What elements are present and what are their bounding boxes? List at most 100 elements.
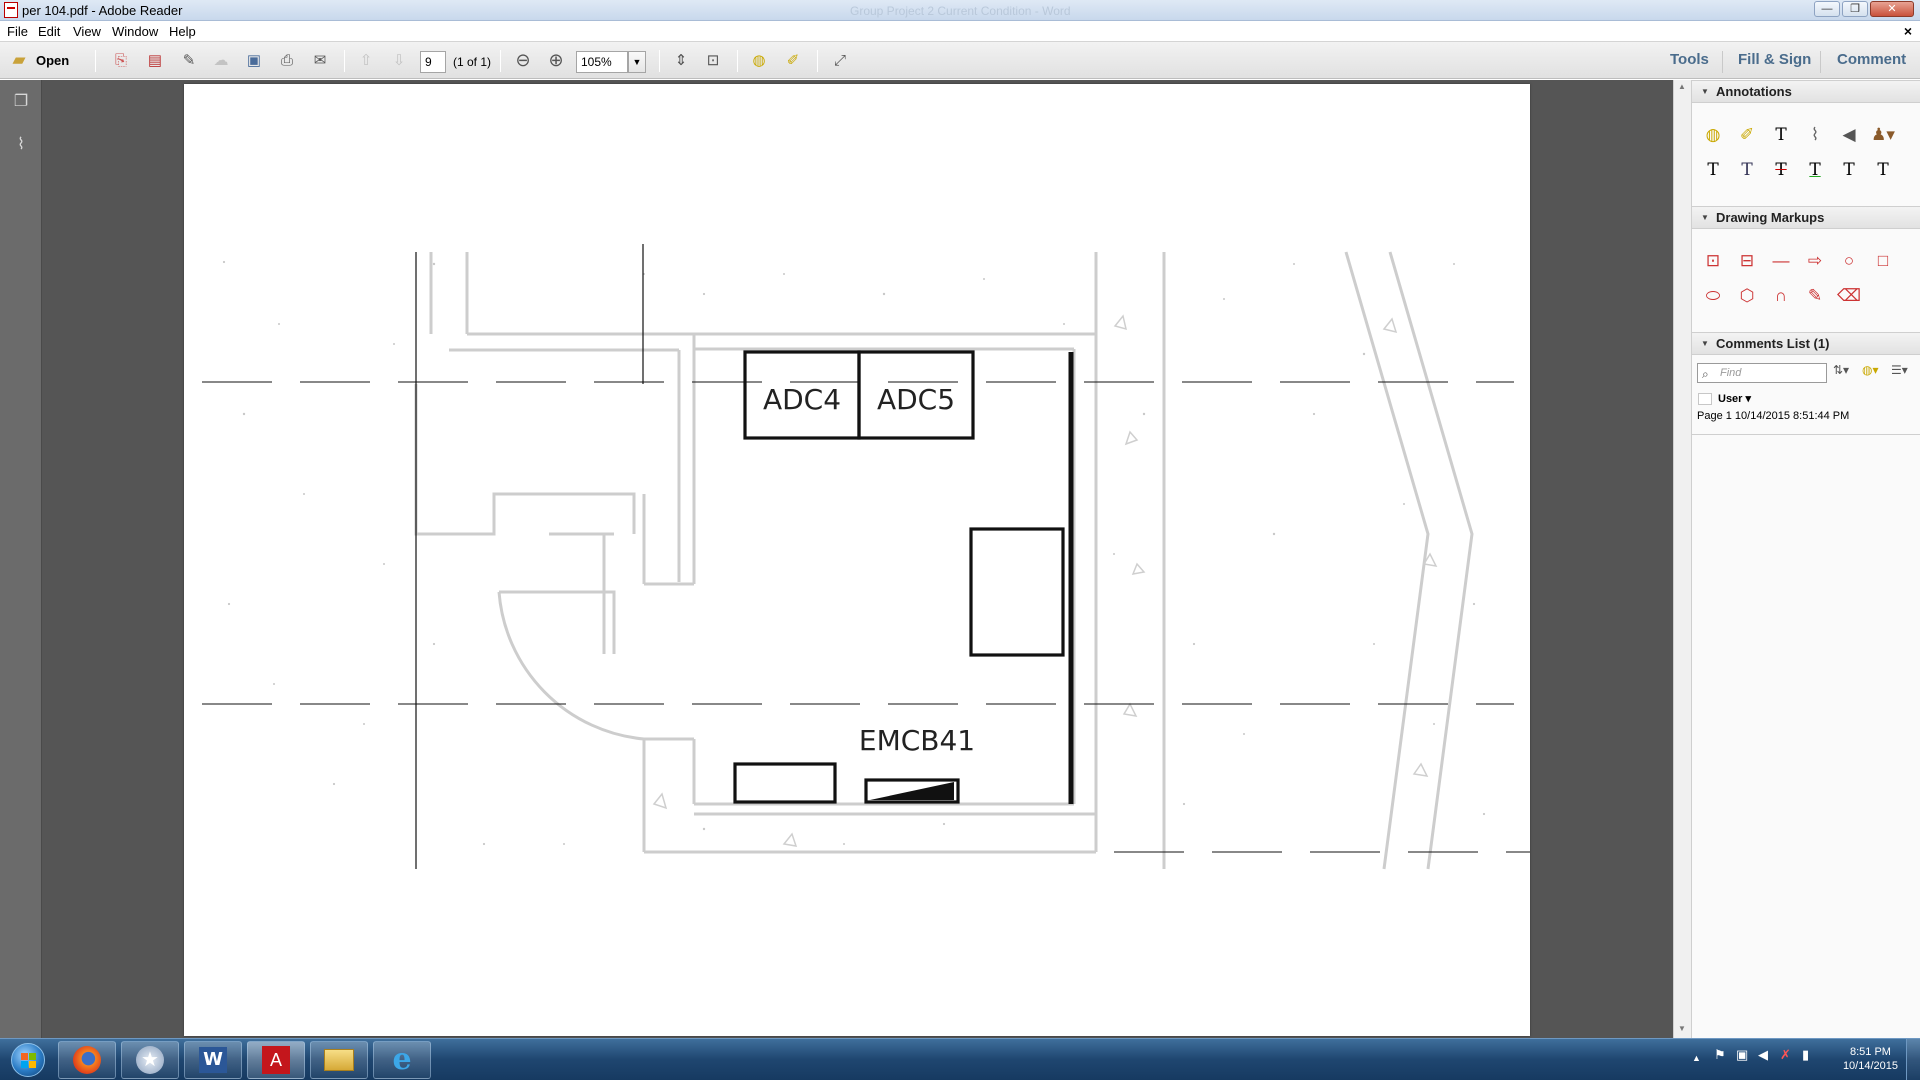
record-audio-icon[interactable]: ◀ <box>1836 122 1862 148</box>
attachments-icon[interactable]: ⌇ <box>10 133 32 157</box>
annotations-header[interactable]: Annotations <box>1692 80 1920 103</box>
menu-window[interactable]: Window <box>112 24 158 39</box>
zoom-out-icon[interactable]: ⊖ <box>512 49 534 71</box>
zoom-input[interactable]: 105% <box>576 51 628 73</box>
add-text-icon[interactable]: T <box>1768 122 1794 148</box>
cabinet-box <box>733 762 837 804</box>
strikethrough-icon[interactable]: T <box>1768 157 1794 183</box>
comment-pane: Annotations ◍ ✐ T ⌇ ◀ ♟▾ T T T T T T Dra… <box>1691 80 1920 1038</box>
polygon-icon[interactable]: ⬡ <box>1734 283 1760 309</box>
oval-icon[interactable]: ○ <box>1836 248 1862 274</box>
search-icon: ⌕ <box>1702 367 1709 381</box>
text-correction-icon[interactable]: T <box>1870 157 1896 183</box>
line-icon[interactable]: — <box>1768 248 1794 274</box>
flag-icon[interactable]: ✗ <box>1780 1047 1791 1063</box>
page-up-icon[interactable]: ⇧ <box>355 49 377 71</box>
signal-icon[interactable]: ▮ <box>1802 1047 1809 1063</box>
page-thumbnails-icon[interactable]: ❐ <box>10 90 32 114</box>
comment-link[interactable]: Comment <box>1837 51 1906 68</box>
taskbar: ★ W A e ▲ ⚑ ▣ ◀ ✗ ▮ 8:51 PM 10/14/2015 <box>0 1038 1920 1080</box>
menu-view[interactable]: View <box>73 24 101 39</box>
scroll-up-icon[interactable]: ▲ <box>1678 82 1686 91</box>
close-button[interactable]: ✕ <box>1870 1 1914 17</box>
fill-sign-link[interactable]: Fill & Sign <box>1738 51 1811 68</box>
maximize-button[interactable]: ❐ <box>1842 1 1868 17</box>
comment-divider <box>1692 434 1920 435</box>
edit-pdf-icon[interactable]: ✎ <box>178 49 200 71</box>
zoom-dropdown-button[interactable]: ▼ <box>628 51 646 73</box>
comment-checkbox[interactable] <box>1698 393 1712 405</box>
volume-icon[interactable]: ◀ <box>1758 1047 1768 1063</box>
add-note-to-text-icon[interactable]: T <box>1836 157 1862 183</box>
rectangle-icon[interactable]: □ <box>1870 248 1896 274</box>
text-box-icon[interactable]: ⊡ <box>1700 248 1726 274</box>
start-button[interactable] <box>3 1041 53 1079</box>
firefox-icon <box>73 1046 101 1074</box>
close-document-button[interactable]: × <box>1904 23 1912 39</box>
menu-help[interactable]: Help <box>169 24 196 39</box>
replace-text-icon[interactable]: T <box>1734 157 1760 183</box>
comment-user[interactable]: User ▾ <box>1718 392 1751 405</box>
taskbar-adobe-reader[interactable]: A <box>247 1041 305 1079</box>
show-desktop-button[interactable] <box>1906 1039 1920 1080</box>
file-explorer-icon <box>324 1049 354 1071</box>
find-placeholder: Find <box>1720 367 1742 379</box>
connected-lines-icon[interactable]: ∩ <box>1768 283 1794 309</box>
taskbar-app-star[interactable]: ★ <box>121 1041 179 1079</box>
fit-page-icon[interactable]: ⇕ <box>670 49 692 71</box>
read-mode-icon[interactable]: ⤢ <box>829 49 851 71</box>
menu-file[interactable]: File <box>7 24 28 39</box>
filter-comments-icon[interactable]: ◍▾ <box>1862 363 1879 383</box>
action-center-icon[interactable]: ⚑ <box>1714 1047 1726 1063</box>
sticky-note-icon[interactable]: ◍ <box>748 49 770 71</box>
internet-explorer-icon: e <box>392 1042 412 1077</box>
eraser-icon[interactable]: ⌫ <box>1836 283 1862 309</box>
taskbar-internet-explorer[interactable]: e <box>373 1041 431 1079</box>
highlight-icon[interactable]: ✐ <box>782 49 804 71</box>
comments-list-header[interactable]: Comments List (1) <box>1692 332 1920 355</box>
create-pdf-icon[interactable]: ⎘ <box>110 49 132 71</box>
underline-icon[interactable]: T <box>1802 157 1828 183</box>
attach-file-icon[interactable]: ⌇ <box>1802 122 1828 148</box>
minimize-button[interactable]: — <box>1814 1 1840 17</box>
fit-width-icon[interactable]: ⊡ <box>702 49 724 71</box>
adobe-reader-icon: A <box>262 1046 290 1074</box>
menu-edit[interactable]: Edit <box>38 24 60 39</box>
cloud-icon[interactable]: ⬭ <box>1700 283 1726 309</box>
page-down-icon[interactable]: ⇩ <box>388 49 410 71</box>
export-pdf-icon[interactable]: ▤ <box>144 49 166 71</box>
stamp-icon[interactable]: ♟▾ <box>1870 122 1896 148</box>
tools-link[interactable]: Tools <box>1670 51 1709 68</box>
network-icon[interactable]: ▣ <box>1736 1047 1748 1063</box>
page-count: (1 of 1) <box>453 55 492 69</box>
insert-text-icon[interactable]: T <box>1700 157 1726 183</box>
sort-comments-icon[interactable]: ⇅▾ <box>1833 363 1849 383</box>
system-clock[interactable]: 8:51 PM 10/14/2015 <box>1843 1045 1898 1073</box>
column-lines <box>415 244 644 869</box>
taskbar-word[interactable]: W <box>184 1041 242 1079</box>
arrow-icon[interactable]: ⇨ <box>1802 248 1828 274</box>
print-icon[interactable]: ⎙ <box>276 49 298 71</box>
concrete-stipple <box>222 252 1486 846</box>
open-button[interactable]: ▰ Open <box>8 49 80 71</box>
adc5-label: ADC5 <box>877 383 955 416</box>
callout-icon[interactable]: ⊟ <box>1734 248 1760 274</box>
drawing-markups-header[interactable]: Drawing Markups <box>1692 206 1920 229</box>
highlight-text-icon[interactable]: ✐ <box>1734 122 1760 148</box>
taskbar-file-explorer[interactable] <box>310 1041 368 1079</box>
scroll-down-icon[interactable]: ▼ <box>1678 1024 1686 1033</box>
cloud-upload-icon[interactable]: ☁ <box>210 49 232 71</box>
tray-expand-icon[interactable]: ▲ <box>1692 1053 1701 1063</box>
taskbar-firefox[interactable] <box>58 1041 116 1079</box>
zoom-in-icon[interactable]: ⊕ <box>545 49 567 71</box>
find-comments-input[interactable]: ⌕ Find <box>1697 363 1827 383</box>
emcb41-label: EMCB41 <box>859 724 975 757</box>
vertical-scrollbar[interactable]: ▲ ▼ <box>1673 80 1691 1038</box>
comment-options-icon[interactable]: ☰▾ <box>1891 363 1908 383</box>
sticky-note-icon[interactable]: ◍ <box>1700 122 1726 148</box>
pdf-page: ADC4 ADC5 EMCB41 <box>184 84 1530 1036</box>
save-icon[interactable]: ▣ <box>243 49 265 71</box>
email-icon[interactable]: ✉ <box>309 49 331 71</box>
pencil-icon[interactable]: ✎ <box>1802 283 1828 309</box>
page-number-input[interactable]: 9 <box>420 51 446 73</box>
